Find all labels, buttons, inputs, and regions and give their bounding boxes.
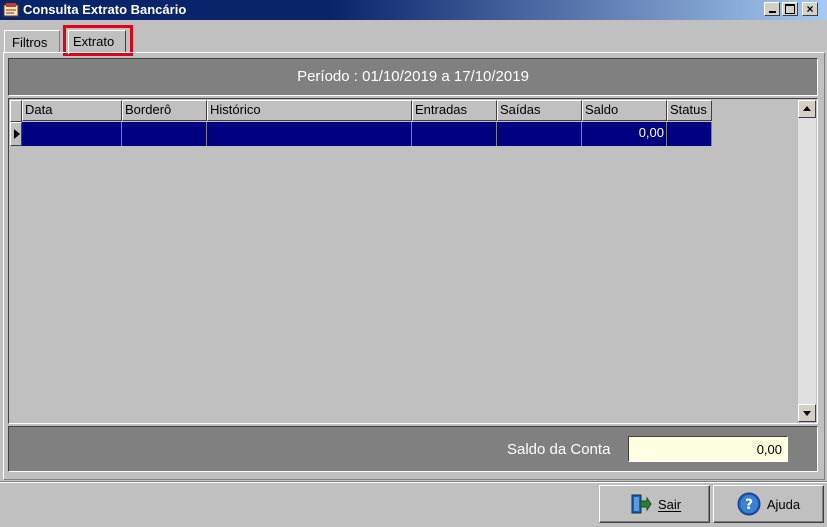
svg-text:?: ? bbox=[745, 497, 753, 513]
minimize-icon bbox=[768, 11, 776, 13]
table-cell-historico[interactable] bbox=[207, 122, 412, 146]
table-cell-entradas[interactable] bbox=[412, 122, 497, 146]
table-cell-saldo[interactable]: 0,00 bbox=[582, 122, 667, 146]
ajuda-button[interactable]: ? Ajuda bbox=[713, 485, 824, 523]
tab-filtros-label: Filtros bbox=[12, 35, 48, 50]
column-header-bordero[interactable]: Borderô bbox=[122, 100, 207, 121]
column-header-saldo[interactable]: Saldo bbox=[582, 100, 667, 121]
close-button[interactable]: × bbox=[802, 2, 818, 16]
tab-filtros[interactable]: Filtros bbox=[4, 30, 60, 52]
row-pointer-icon bbox=[14, 129, 20, 139]
tab-extrato-label: Extrato bbox=[73, 34, 115, 49]
row-indicator-column bbox=[10, 100, 22, 146]
scroll-down-button[interactable] bbox=[798, 404, 816, 422]
column-header-saidas[interactable]: Saídas bbox=[497, 100, 582, 121]
bottom-divider bbox=[0, 481, 827, 483]
table-cell-bordero[interactable] bbox=[122, 122, 207, 146]
window-title: Consulta Extrato Bancário bbox=[23, 2, 187, 17]
title-bar: Consulta Extrato Bancário × bbox=[0, 0, 827, 20]
row-indicator[interactable] bbox=[10, 122, 22, 146]
sair-label: Sair bbox=[657, 496, 682, 512]
saldo-field: 0,00 bbox=[628, 436, 788, 462]
maximize-button[interactable] bbox=[782, 2, 798, 16]
tab-extrato-face: Extrato bbox=[68, 30, 126, 54]
arrow-down-icon bbox=[803, 411, 811, 416]
column-header-entradas[interactable]: Entradas bbox=[412, 100, 497, 121]
saldo-label: Saldo da Conta bbox=[507, 441, 611, 458]
table-cell-data[interactable] bbox=[22, 122, 122, 146]
close-icon: × bbox=[806, 2, 814, 16]
vertical-scrollbar[interactable] bbox=[798, 100, 816, 422]
saldo-panel: Saldo da Conta 0,00 bbox=[8, 426, 818, 472]
app-icon bbox=[3, 3, 19, 17]
help-icon: ? bbox=[737, 492, 761, 516]
column-header-status[interactable]: Status bbox=[667, 100, 712, 121]
ajuda-label: Ajuda bbox=[766, 496, 801, 512]
maximize-icon bbox=[785, 4, 795, 14]
extrato-grid[interactable]: Data Borderô Histórico Entradas Saídas S… bbox=[8, 98, 818, 424]
indicator-header bbox=[10, 100, 22, 122]
minimize-button[interactable] bbox=[764, 2, 780, 16]
column-header-historico[interactable]: Histórico bbox=[207, 100, 412, 121]
exit-door-icon bbox=[631, 494, 652, 514]
arrow-up-icon bbox=[803, 106, 811, 111]
column-header-data[interactable]: Data bbox=[22, 100, 122, 121]
table-cell-saidas[interactable] bbox=[497, 122, 582, 146]
sair-button[interactable]: Sair bbox=[599, 485, 710, 523]
period-panel: Período : 01/10/2019 a 17/10/2019 bbox=[8, 58, 818, 96]
period-label: Período : 01/10/2019 a 17/10/2019 bbox=[297, 68, 529, 85]
table-cell-status[interactable] bbox=[667, 122, 712, 146]
scroll-up-button[interactable] bbox=[798, 100, 816, 118]
